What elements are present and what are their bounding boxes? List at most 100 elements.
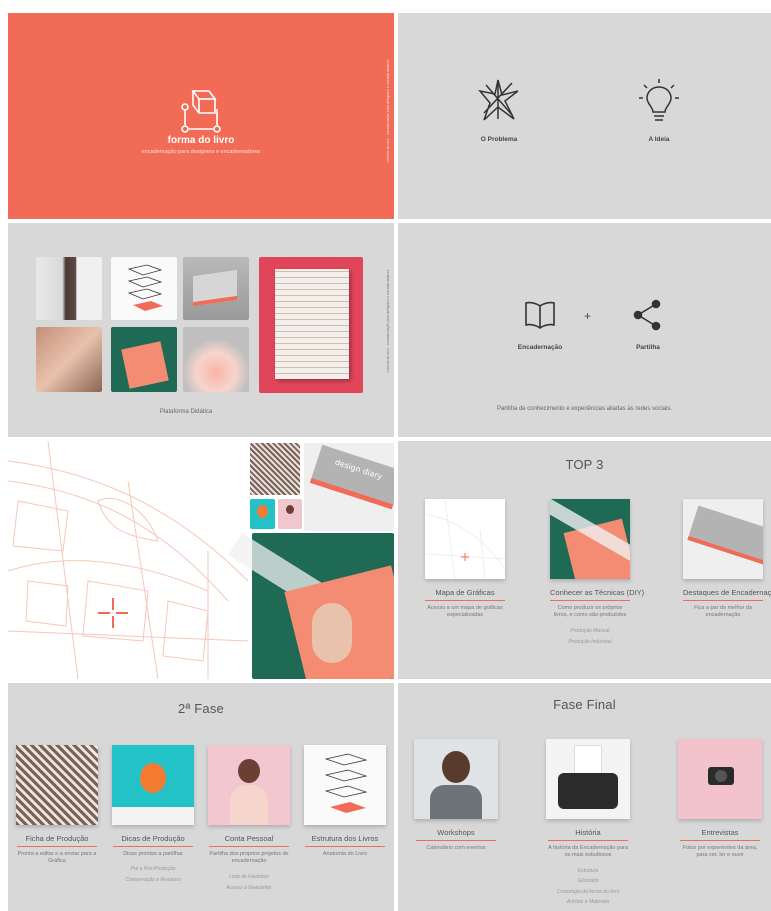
partilha-label: Partilha bbox=[636, 344, 660, 351]
phase2-card-name: Ficha de Produção bbox=[25, 834, 89, 843]
phase2-card-desc: Anatomia do Livro bbox=[322, 851, 368, 857]
brand-vertical-note: a forma do livro - encadernação para des… bbox=[386, 59, 390, 163]
top3-card-desc: Como produzir os próprios livros, e como… bbox=[553, 605, 627, 619]
top3-card-techniques[interactable]: Conhecer as Técnicas (DIY) Como produzir… bbox=[550, 499, 645, 648]
typewriter-thumbnail bbox=[546, 739, 630, 819]
photo-cutting-mat bbox=[111, 327, 177, 392]
phase2-card-structure[interactable]: Estrutura dos Livros Anatomia do Livro bbox=[304, 745, 386, 858]
encadernacao-label: Encadernação bbox=[517, 344, 563, 351]
star-scribble-icon bbox=[478, 79, 519, 121]
slide-sharing: Encadernação + Partilha Partilha de conh… bbox=[398, 223, 771, 437]
map-thumbnail bbox=[424, 498, 506, 580]
final-card-workshops[interactable]: Workshops Calendário com eventos bbox=[414, 739, 498, 852]
top3-card-map[interactable]: Mapa de Gráficas Acesso a um mapa de grá… bbox=[424, 498, 506, 620]
sub-link[interactable]: Produção Manual bbox=[550, 626, 630, 637]
photo-person-at-wall bbox=[36, 257, 102, 320]
man-smiling-thumbnail bbox=[414, 739, 498, 819]
sub-link[interactable]: Estrutura bbox=[546, 866, 630, 877]
accent-underline bbox=[305, 846, 385, 847]
phase2-card-subs: Lista de Favoritos Acesso à Newsletter bbox=[208, 872, 290, 894]
share-icon bbox=[633, 299, 661, 331]
sub-link[interactable]: Produção Industrial bbox=[550, 637, 630, 648]
final-card-name: Workshops bbox=[437, 828, 475, 837]
accent-underline bbox=[113, 846, 193, 847]
final-card-desc: A história da Encadernação para os mais … bbox=[548, 845, 628, 859]
sub-link[interactable]: Cronologia da forma do livro bbox=[546, 887, 630, 898]
sub-link[interactable]: Glossário bbox=[546, 876, 630, 887]
phase2-card-production-sheet[interactable]: Ficha de Produção Pronta a editar e a en… bbox=[16, 745, 98, 866]
slide-problem-idea: O Problema A Ideia bbox=[398, 13, 771, 219]
final-card-history[interactable]: História A história da Encadernação para… bbox=[546, 739, 630, 908]
top3-card-name: Conhecer as Técnicas (DIY) bbox=[550, 588, 645, 597]
accent-underline bbox=[683, 600, 763, 601]
photo-ruler-mat-large bbox=[228, 533, 394, 679]
top3-card-desc: Fica a par do melhor da encadernação bbox=[693, 605, 753, 619]
sub-link[interactable]: Lista de Favoritos bbox=[208, 872, 290, 883]
accent-underline bbox=[680, 840, 760, 841]
final-card-name: História bbox=[575, 828, 601, 837]
accent-underline bbox=[17, 846, 97, 847]
slide-final-phase: Fase Final Workshops Calendário com even… bbox=[398, 683, 771, 911]
sub-link[interactable]: Pré e Pós-Produção bbox=[112, 864, 194, 875]
final-card-subs: Estrutura Glossário Cronologia da forma … bbox=[546, 866, 630, 908]
top3-card-name: Destaques de Encadernação bbox=[683, 588, 771, 597]
problem-label: O Problema bbox=[480, 136, 518, 143]
book-thumbnail bbox=[683, 499, 763, 579]
platform-caption: Plataforma Didática bbox=[159, 409, 213, 415]
book-layers-thumbnail bbox=[304, 745, 386, 825]
sub-link[interactable]: Artistas e Materiais bbox=[546, 897, 630, 908]
accent-underline bbox=[548, 840, 628, 841]
top3-card-name: Mapa de Gráficas bbox=[435, 588, 495, 597]
accent-underline bbox=[416, 840, 496, 841]
brand-name: forma do livro bbox=[167, 135, 235, 146]
phase2-title: 2ª Fase bbox=[178, 701, 224, 716]
map-illustration bbox=[8, 441, 248, 679]
top3-card-desc: Acesso a um mapa de gráficas especializa… bbox=[427, 605, 503, 619]
photo-orange-bulb-small bbox=[250, 499, 275, 529]
final-card-interviews[interactable]: Entrevistas Fotos por experientes da áre… bbox=[678, 739, 762, 860]
photo-gray-book-red-edge bbox=[183, 257, 249, 320]
top3-title: TOP 3 bbox=[565, 457, 604, 472]
photo-stacked-books-small bbox=[250, 443, 300, 495]
final-card-name: Entrevistas bbox=[701, 828, 739, 837]
phase2-card-name: Dicas de Produção bbox=[121, 834, 185, 843]
open-book-icon bbox=[525, 301, 555, 329]
final-card-desc: Fotos por experientes da área, para ver,… bbox=[682, 845, 758, 859]
slide-cover: forma do livro encadernação para designe… bbox=[8, 13, 394, 219]
photo-embroidered-book bbox=[259, 257, 363, 393]
accent-underline bbox=[425, 600, 505, 601]
phase2-card-subs: Pré e Pós-Produção Conservação e Restaur… bbox=[112, 864, 194, 886]
idea-label: A Ideia bbox=[648, 136, 670, 143]
top3-card-highlights[interactable]: Destaques de Encadernação Fica a par do … bbox=[683, 499, 771, 620]
stacked-books-thumbnail bbox=[16, 745, 98, 825]
phase2-card-name: Estrutura dos Livros bbox=[311, 834, 379, 843]
photo-fan-book bbox=[183, 327, 249, 392]
slide-platform: a forma do livro - encadernação para des… bbox=[8, 223, 394, 437]
final-title: Fase Final bbox=[553, 697, 616, 712]
phase2-card-desc: Partilha dos proprios projetos de encade… bbox=[209, 851, 289, 865]
photo-woman-small bbox=[278, 499, 302, 529]
slide-map-collage: design diary bbox=[8, 441, 394, 679]
lightbulb-thumbnail bbox=[112, 745, 194, 825]
phase2-card-account[interactable]: Conta Pessoal Partilha dos proprios proj… bbox=[208, 745, 290, 894]
sharing-caption: Partilha de conhecimento e experiências … bbox=[496, 406, 673, 412]
woman-portrait-thumbnail bbox=[208, 745, 290, 825]
brand-tagline: encadernação para designers e encadernad… bbox=[141, 149, 261, 155]
phase2-card-name: Conta Pessoal bbox=[224, 834, 274, 843]
brand-logo-icon bbox=[181, 90, 221, 133]
cutting-mat-thumbnail bbox=[550, 499, 630, 579]
phase2-card-desc: Dicas prontas a partilhar bbox=[123, 851, 183, 857]
platform-vertical-note: a forma do livro - encadernação para des… bbox=[386, 269, 390, 373]
plus-sign: + bbox=[584, 309, 592, 323]
photo-design-diary: design diary bbox=[304, 443, 394, 531]
accent-underline bbox=[209, 846, 289, 847]
sub-link[interactable]: Conservação e Restauro bbox=[112, 875, 194, 886]
phase2-card-tips[interactable]: Dicas de Produção Dicas prontas a partil… bbox=[112, 745, 194, 886]
slide-top3: TOP 3 Mapa de Gráficas Acesso a um mapa … bbox=[398, 441, 771, 679]
lightbulb-icon bbox=[639, 79, 679, 121]
slide-phase2: 2ª Fase Ficha de Produção Pronta a edita… bbox=[8, 683, 394, 911]
final-card-desc: Calendário com eventos bbox=[426, 845, 486, 851]
photo-hands-working bbox=[36, 327, 102, 392]
camera-pink-thumbnail bbox=[678, 739, 762, 819]
sub-link[interactable]: Acesso à Newsletter bbox=[208, 883, 290, 894]
